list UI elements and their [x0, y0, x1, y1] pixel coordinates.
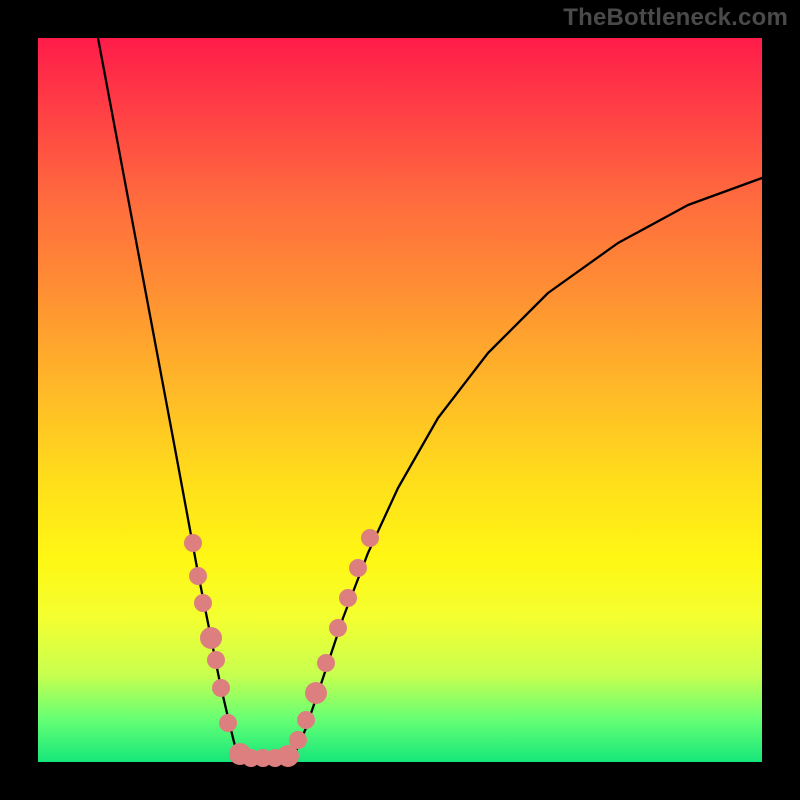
sample-point	[329, 619, 347, 637]
watermark-text: TheBottleneck.com	[563, 4, 788, 32]
sample-point	[189, 567, 207, 585]
sample-point	[361, 529, 379, 547]
sample-point	[184, 534, 202, 552]
sample-point	[219, 714, 237, 732]
chart-svg	[38, 38, 762, 762]
sample-point	[317, 654, 335, 672]
sample-point	[207, 651, 225, 669]
sample-point	[297, 711, 315, 729]
sample-point	[349, 559, 367, 577]
sample-point	[212, 679, 230, 697]
sample-point	[289, 731, 307, 749]
sample-point	[339, 589, 357, 607]
sample-point	[194, 594, 212, 612]
bottleneck-curve	[98, 38, 762, 762]
sample-point	[200, 627, 222, 649]
plot-area	[38, 38, 762, 762]
sample-point	[305, 682, 327, 704]
sample-points-group	[184, 529, 379, 767]
chart-frame: TheBottleneck.com	[0, 0, 800, 800]
